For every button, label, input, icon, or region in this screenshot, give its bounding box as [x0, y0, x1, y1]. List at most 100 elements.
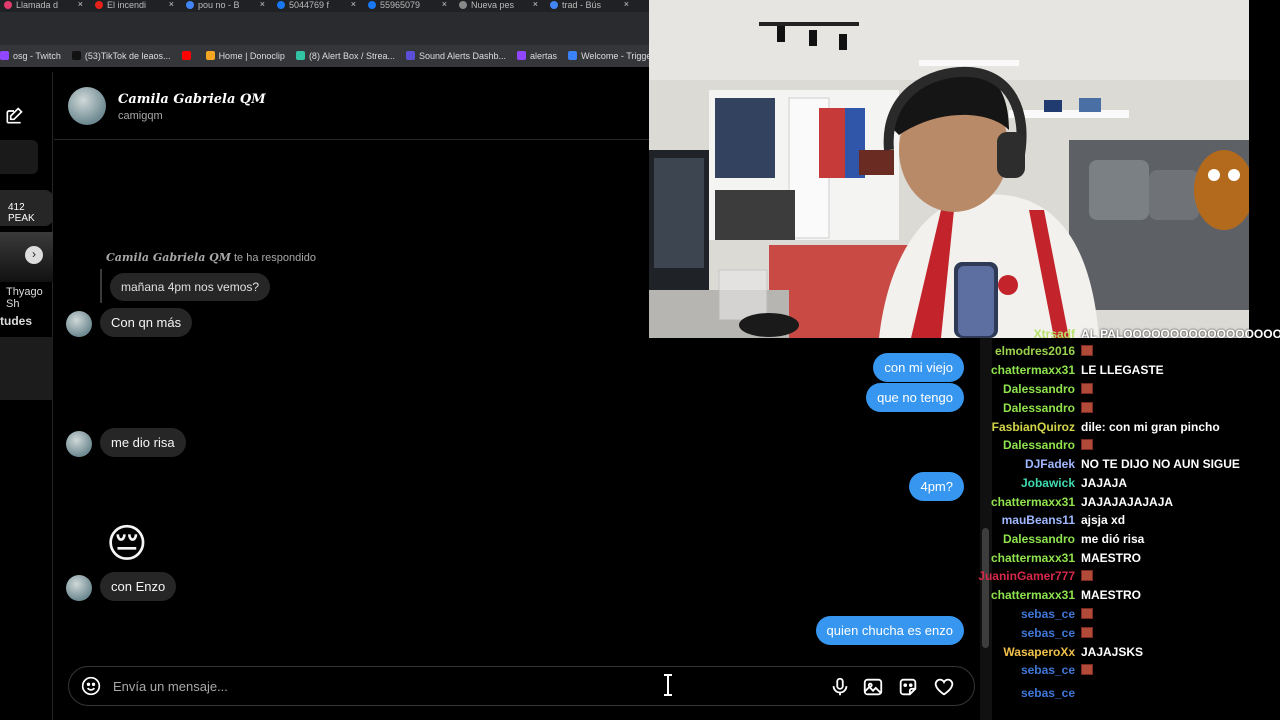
- tab-label: El incendi: [107, 0, 147, 10]
- browser-tab-strip: Llamada d × El incendi × pou no - B × 5044769 …: [0, 0, 650, 12]
- browser-tab[interactable]: Llamada d ×: [0, 0, 91, 12]
- browser-toolbar: [0, 12, 650, 45]
- microphone-icon[interactable]: [829, 676, 851, 698]
- quoted-message[interactable]: mañana 4pm nos vemos?: [110, 273, 271, 301]
- sender-avatar[interactable]: [66, 431, 92, 457]
- close-tab-icon[interactable]: ×: [260, 0, 265, 9]
- chat-line: sebas_ce: [960, 686, 1280, 704]
- bookmark-label: alertas: [530, 51, 558, 61]
- browser-tab[interactable]: El incendi ×: [91, 0, 182, 12]
- browser-tab[interactable]: 55965079 ×: [364, 0, 455, 12]
- chat-message-text: me dió risa: [1081, 532, 1145, 546]
- sender-avatar[interactable]: [66, 311, 92, 337]
- bookmark-favicon-icon: [71, 51, 81, 60]
- chevron-right-icon[interactable]: ›: [25, 246, 43, 264]
- close-tab-icon[interactable]: ×: [624, 0, 629, 9]
- tab-favicon-icon: [4, 1, 12, 9]
- chat-emote-icon: [1081, 608, 1093, 619]
- webcam-feed: [649, 0, 1249, 338]
- bookmark-item[interactable]: alertas: [517, 51, 557, 61]
- stream-edge: [1249, 0, 1280, 338]
- tab-label: pou no - B: [198, 0, 240, 10]
- bookmark-favicon-icon: [568, 51, 578, 60]
- chat-line: Dalessandro: [960, 382, 1280, 400]
- outgoing-message[interactable]: con mi viejo: [873, 353, 964, 382]
- compose-icon[interactable]: [4, 106, 24, 126]
- bookmark-item[interactable]: Sound Alerts Dashb...: [405, 51, 507, 61]
- incoming-message[interactable]: me dio risa: [100, 428, 186, 457]
- outgoing-message[interactable]: que no tengo: [866, 383, 964, 412]
- avatar[interactable]: [68, 87, 106, 125]
- heart-icon[interactable]: [933, 676, 955, 698]
- peak-badge: 412 PEAK: [0, 190, 53, 226]
- chat-username: sebas_ce: [1020, 686, 1075, 700]
- chat-username: chattermaxx31: [990, 495, 1075, 509]
- chat-message-text: MAESTRO: [1081, 588, 1141, 602]
- chat-message: JAJAJA: [1081, 476, 1127, 490]
- chat-line: FasbianQuiroz dile: con mi gran pincho: [960, 420, 1280, 438]
- browser-tab[interactable]: pou no - B ×: [182, 0, 273, 12]
- close-tab-icon[interactable]: ×: [533, 0, 538, 9]
- bookmark-label: Sound Alerts Dashb...: [418, 51, 507, 61]
- chat-line: elmodres2016: [960, 344, 1280, 362]
- chat-emote-icon: [1081, 570, 1093, 581]
- contact-username: camigqm: [118, 110, 163, 122]
- bookmark-item[interactable]: Home | Donoclip: [205, 51, 285, 61]
- chat-message: LE LLEGASTE: [1081, 363, 1164, 377]
- chat-message: dile: con mi gran pincho: [1081, 420, 1220, 434]
- conversation-name[interactable]: Thyago Sh: [6, 286, 52, 310]
- chat-message: [1081, 344, 1093, 358]
- chat-message-text: LE LLEGASTE: [1081, 363, 1164, 377]
- reply-indicator-bar: [100, 269, 102, 303]
- chat-emote-icon: [1081, 383, 1093, 394]
- chat-message: JAJAJSKS: [1081, 645, 1143, 659]
- chat-line: chattermaxx31 MAESTRO: [960, 588, 1280, 606]
- incoming-message[interactable]: Con qn más: [100, 308, 193, 337]
- stream-chat-overlay: Xtrsadf AL PALOOOOOOOOOOOOOOOOOOO elmodres…: [960, 322, 1280, 720]
- emoji-icon[interactable]: [81, 676, 101, 696]
- outgoing-message[interactable]: 4pm?: [909, 472, 964, 501]
- chat-message: AL PALOOOOOOOOOOOOOOOOOOO: [1081, 327, 1280, 341]
- chat-username: DJFadek: [1024, 457, 1075, 471]
- close-tab-icon[interactable]: ×: [351, 0, 356, 9]
- bookmark-label: osg - Twitch: [13, 51, 61, 61]
- sender-avatar[interactable]: [66, 575, 92, 601]
- browser-tab[interactable]: 5044769 f ×: [273, 0, 364, 12]
- close-tab-icon[interactable]: ×: [169, 0, 174, 9]
- peak-label: 412 PEAK: [8, 202, 35, 224]
- image-icon[interactable]: [862, 676, 884, 698]
- sticker-icon[interactable]: [897, 676, 919, 698]
- chat-username: WasaperoXx: [1003, 645, 1075, 659]
- tab-favicon-icon: [459, 1, 467, 9]
- bookmark-label: (8) Alert Box / Strea...: [308, 51, 395, 61]
- outgoing-message[interactable]: quien chucha es enzo: [815, 616, 964, 645]
- bookmark-item[interactable]: osg - Twitch: [0, 51, 61, 61]
- message-composer[interactable]: Envía un mensaje...: [68, 666, 975, 706]
- chat-message-text: JAJAJA: [1081, 476, 1128, 490]
- close-tab-icon[interactable]: ×: [78, 0, 83, 9]
- browser-tab[interactable]: trad - Bús ×: [546, 0, 637, 12]
- tab-favicon-icon: [95, 1, 103, 9]
- bookmark-item[interactable]: (8) Alert Box / Strea...: [295, 51, 395, 61]
- bookmark-item[interactable]: (53)TikTok de leaos...: [71, 51, 171, 61]
- close-tab-icon[interactable]: ×: [442, 0, 447, 9]
- conversation-list-panel[interactable]: [0, 337, 53, 400]
- chat-username: chattermaxx31: [990, 551, 1075, 565]
- incoming-message[interactable]: con Enzo: [100, 572, 177, 601]
- browser-tab[interactable]: Nueva pes ×: [455, 0, 546, 12]
- message-input[interactable]: Envía un mensaje...: [113, 679, 228, 694]
- chat-message: MAESTRO: [1081, 588, 1141, 602]
- chat-message: JAJAJAJAJAJA: [1081, 495, 1173, 509]
- contact-name[interactable]: Camila Gabriela QM: [118, 92, 266, 107]
- emoji-message[interactable]: 😔: [106, 522, 148, 566]
- chat-line: sebas_ce: [960, 626, 1280, 644]
- bookmark-item[interactable]: Welcome - Triggerfy...: [568, 51, 650, 61]
- chat-emote-icon: [1081, 439, 1093, 450]
- bookmark-item[interactable]: [181, 51, 195, 61]
- conversation-avatar[interactable]: ›: [0, 232, 53, 282]
- reply-context: Camila Gabriela QM te ha respondido: [106, 251, 316, 264]
- conversation-list-stub[interactable]: [0, 140, 38, 174]
- chat-username: chattermaxx31: [990, 588, 1075, 602]
- bookmark-favicon-icon: [0, 51, 9, 60]
- text-cursor-icon: [664, 674, 672, 696]
